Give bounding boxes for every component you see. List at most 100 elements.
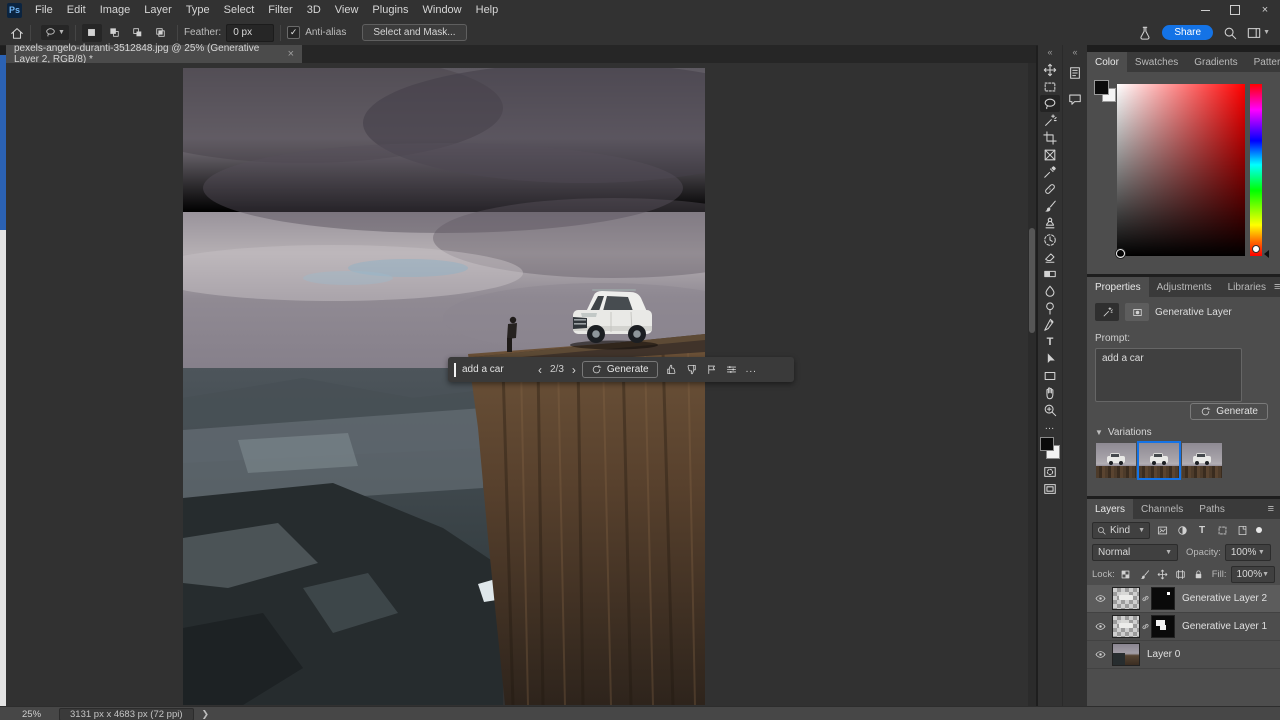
visibility-toggle[interactable]	[1091, 621, 1109, 632]
filter-adjustment-layers-button[interactable]	[1174, 523, 1190, 538]
clone-stamp-tool[interactable]	[1040, 214, 1060, 231]
tab-layers[interactable]: Layers	[1087, 499, 1134, 519]
filter-smart-objects-button[interactable]	[1234, 523, 1250, 538]
layer-thumbnail[interactable]	[1112, 587, 1140, 610]
path-selection-tool[interactable]	[1040, 350, 1060, 367]
menu-view[interactable]: View	[328, 1, 366, 19]
blur-tool[interactable]	[1040, 282, 1060, 299]
fg-bg-swatches[interactable]	[1094, 80, 1116, 102]
menu-window[interactable]: Window	[416, 1, 469, 19]
thumbs-down-icon[interactable]	[686, 364, 697, 375]
layer-filter-kind[interactable]: Kind ▼	[1092, 521, 1150, 539]
canvas-area[interactable]: add a car ‹ 2/3 › Generate ...	[6, 63, 1028, 706]
tab-gradients[interactable]: Gradients	[1186, 52, 1245, 72]
menu-type[interactable]: Type	[179, 1, 217, 19]
lasso-tool[interactable]	[1040, 95, 1060, 112]
variation-thumbnail-3[interactable]	[1182, 443, 1222, 478]
comments-panel-button[interactable]	[1065, 89, 1085, 109]
lock-artboard-button[interactable]	[1173, 567, 1187, 582]
menu-3d[interactable]: 3D	[300, 1, 328, 19]
visibility-toggle[interactable]	[1091, 649, 1109, 660]
foreground-color-swatch[interactable]	[1040, 437, 1054, 451]
variation-thumbnail-2-selected[interactable]	[1137, 441, 1181, 480]
crop-tool[interactable]	[1040, 129, 1060, 146]
layer-row-generative-layer-1[interactable]: Generative Layer 1	[1087, 613, 1280, 641]
menu-help[interactable]: Help	[469, 1, 506, 19]
share-button[interactable]: Share	[1162, 25, 1214, 40]
healing-brush-tool[interactable]	[1040, 180, 1060, 197]
canvas-scrollbar[interactable]	[1028, 63, 1036, 706]
status-chevron-icon[interactable]: ❯	[202, 709, 210, 720]
home-icon[interactable]	[10, 26, 24, 40]
saturation-brightness-field[interactable]	[1116, 84, 1245, 258]
next-variation-icon[interactable]: ›	[572, 363, 576, 377]
lock-position-button[interactable]	[1155, 567, 1169, 582]
blend-mode-select[interactable]: Normal ▼	[1092, 543, 1178, 561]
tab-paths[interactable]: Paths	[1191, 499, 1233, 519]
panel-menu-icon[interactable]: ≡	[1274, 277, 1280, 297]
hue-slider[interactable]	[1250, 84, 1262, 256]
edit-toolbar-button[interactable]: …	[1040, 418, 1060, 435]
minimize-button[interactable]	[1190, 1, 1220, 20]
feather-input[interactable]: 0 px	[226, 23, 275, 42]
gradient-tool[interactable]	[1040, 265, 1060, 282]
subtract-selection-button[interactable]	[128, 24, 148, 42]
tab-swatches[interactable]: Swatches	[1127, 52, 1186, 72]
screen-mode-button[interactable]	[1040, 480, 1060, 497]
workspace-switcher[interactable]: ▼	[1247, 26, 1270, 40]
marquee-tool[interactable]	[1040, 78, 1060, 95]
tab-libraries[interactable]: Libraries	[1220, 277, 1274, 297]
more-options-icon[interactable]: ...	[746, 364, 757, 375]
document-image[interactable]	[183, 68, 705, 705]
previous-variation-icon[interactable]: ‹	[538, 363, 542, 377]
menu-layer[interactable]: Layer	[137, 1, 179, 19]
zoom-level[interactable]: 25%	[22, 709, 41, 720]
tab-adjustments[interactable]: Adjustments	[1149, 277, 1220, 297]
filter-toggle-pin[interactable]	[1256, 527, 1262, 533]
shape-tool[interactable]	[1040, 367, 1060, 384]
filter-shape-layers-button[interactable]	[1214, 523, 1230, 538]
eyedropper-tool[interactable]	[1040, 163, 1060, 180]
layer-row-layer-0[interactable]: Layer 0	[1087, 641, 1280, 669]
maximize-button[interactable]	[1220, 1, 1250, 20]
layer-name[interactable]: Generative Layer 2	[1182, 593, 1267, 604]
quick-mask-button[interactable]	[1040, 463, 1060, 480]
report-flag-icon[interactable]	[706, 364, 717, 375]
anti-alias-checkbox[interactable]: ✓	[287, 26, 301, 39]
tab-close-icon[interactable]: ×	[288, 48, 294, 60]
intersect-selection-button[interactable]	[151, 24, 171, 42]
close-button[interactable]: ×	[1250, 1, 1280, 20]
eraser-tool[interactable]	[1040, 248, 1060, 265]
move-tool[interactable]	[1040, 61, 1060, 78]
select-and-mask-button[interactable]: Select and Mask...	[362, 24, 467, 41]
tab-patterns[interactable]: Patterns	[1246, 52, 1280, 72]
dodge-tool[interactable]	[1040, 299, 1060, 316]
menu-plugins[interactable]: Plugins	[365, 1, 415, 19]
variations-header[interactable]: ▼ Variations	[1095, 427, 1152, 438]
layer-mask-thumbnail[interactable]	[1151, 587, 1175, 610]
opacity-input[interactable]: 100% ▼	[1224, 543, 1271, 561]
type-tool[interactable]: T	[1040, 333, 1060, 350]
layer-row-generative-layer-2[interactable]: Generative Layer 2	[1087, 585, 1280, 613]
magic-wand-tool[interactable]	[1040, 112, 1060, 129]
taskbar-prompt-input[interactable]: add a car	[462, 364, 532, 375]
layer-thumbnail[interactable]	[1112, 615, 1140, 638]
fill-input[interactable]: 100% ▼	[1230, 565, 1276, 583]
menu-edit[interactable]: Edit	[60, 1, 93, 19]
thumbs-up-icon[interactable]	[666, 364, 677, 375]
history-panel-button[interactable]	[1065, 63, 1085, 83]
foreground-color-swatch[interactable]	[1094, 80, 1109, 95]
menu-filter[interactable]: Filter	[261, 1, 299, 19]
layer-name[interactable]: Layer 0	[1147, 649, 1180, 660]
tab-channels[interactable]: Channels	[1133, 499, 1191, 519]
zoom-tool[interactable]	[1040, 401, 1060, 418]
lock-transparent-pixels-button[interactable]	[1119, 567, 1133, 582]
brush-tool[interactable]	[1040, 197, 1060, 214]
add-selection-button[interactable]	[105, 24, 125, 42]
prompt-textarea[interactable]: add a car	[1095, 348, 1242, 402]
layer-thumbnail[interactable]	[1112, 643, 1140, 666]
new-selection-button[interactable]	[81, 23, 102, 42]
layer-name[interactable]: Generative Layer 1	[1182, 621, 1267, 632]
tab-color[interactable]: Color	[1087, 52, 1127, 72]
lasso-tool-preset[interactable]: ▼	[41, 25, 69, 40]
